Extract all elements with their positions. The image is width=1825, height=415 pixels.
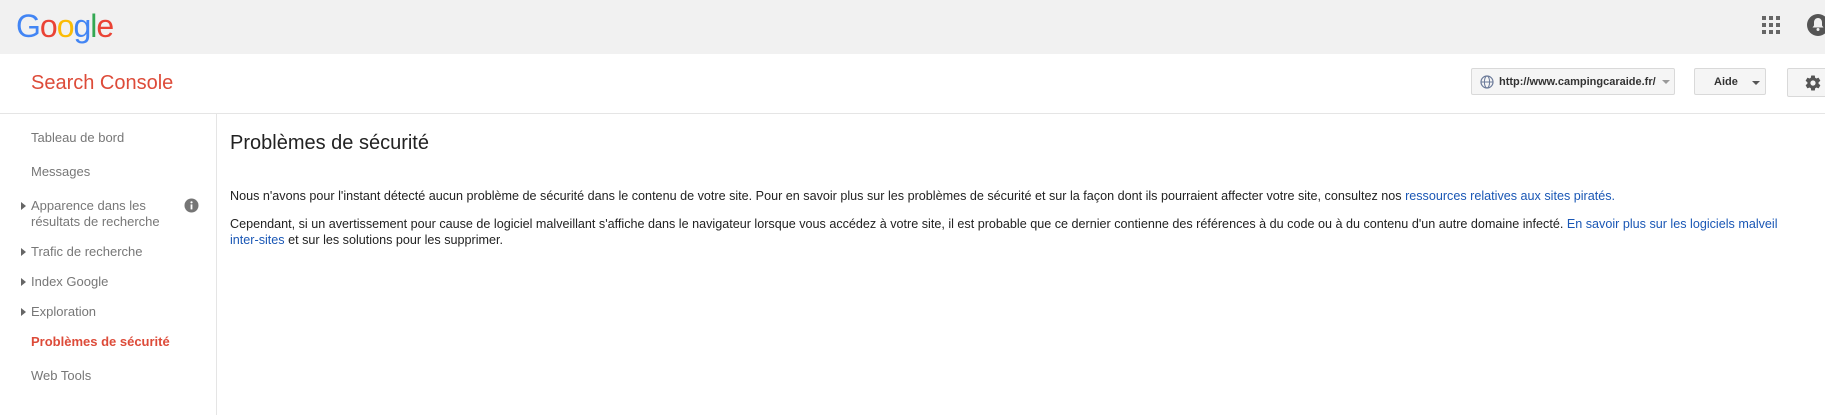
info-icon[interactable] [184,198,199,213]
malware-warning-paragraph: Cependant, si un avertissement pour caus… [230,216,1825,248]
sidebar-item-label: Tableau de bord [31,130,125,145]
product-name[interactable]: Search Console [31,70,173,96]
help-button[interactable]: Aide [1694,68,1766,95]
security-status-paragraph: Nous n'avons pour l'instant détecté aucu… [230,188,1825,204]
logo-letter: G [16,8,41,44]
sidebar-item-label: Web Tools [31,368,92,383]
sidebar-item-label: Messages [31,164,91,179]
site-selector-value: http://www.campingcaraide.fr/ [1499,76,1656,88]
hacked-sites-resources-link[interactable]: ressources relatives aux sites piratés. [1405,189,1615,203]
logo-letter: e [96,8,114,44]
sidebar-item-label: Trafic de recherche [31,244,143,259]
paragraph-text: Cependant, si un avertissement pour caus… [230,217,1567,231]
product-header: Search Console http://www.campingcaraide… [0,54,1825,114]
logo-letter: g [73,8,91,44]
expand-arrow-icon [21,202,26,210]
malware-info-link[interactable]: En savoir plus sur les logiciels malveil [1567,217,1778,231]
site-selector[interactable]: http://www.campingcaraide.fr/ [1471,68,1675,95]
globe-icon [1480,75,1494,89]
page-title: Problèmes de sécurité [230,132,429,154]
malware-info-link-continued[interactable]: inter-sites [230,233,285,247]
sidebar-item-apparence[interactable]: Apparence dans les résultats de recherch… [0,198,216,230]
google-top-bar: Google [0,0,1825,54]
sidebar-item-label: Index Google [31,274,109,289]
expand-arrow-icon [21,278,26,286]
paragraph-text: Nous n'avons pour l'instant détecté aucu… [230,189,1406,203]
google-logo[interactable]: Google [16,8,114,44]
chevron-down-icon [1752,81,1760,85]
notifications-bell-icon[interactable] [1807,13,1825,37]
sidebar-nav: Tableau de bord Messages Apparence dans … [0,114,217,415]
settings-button[interactable] [1787,68,1825,97]
expand-arrow-icon [21,248,26,256]
paragraph-text: et sur les solutions pour les supprimer. [284,233,503,247]
sidebar-item-label: Apparence dans les résultats de recherch… [31,198,160,229]
sidebar-item-label: Problèmes de sécurité [31,334,170,349]
apps-grid-icon[interactable] [1761,15,1781,35]
logo-letter: o [56,8,75,44]
chevron-down-icon [1662,80,1670,84]
gear-icon [1805,75,1821,91]
sidebar-item-label: Exploration [31,304,97,319]
help-button-label: Aide [1714,76,1738,88]
expand-arrow-icon [21,308,26,316]
logo-letter: o [39,8,58,44]
